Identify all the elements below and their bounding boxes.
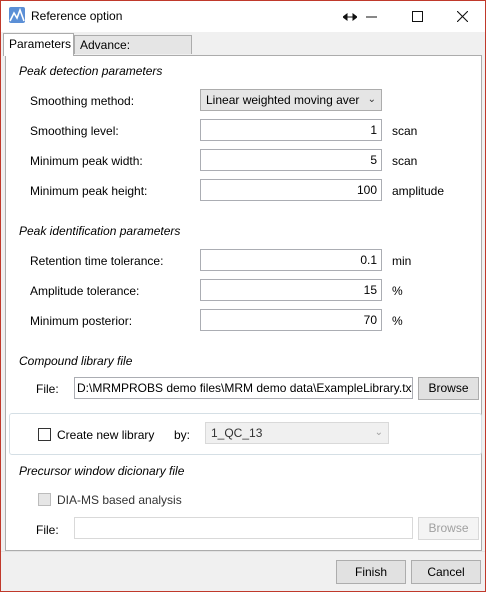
min-peak-height-label: Minimum peak height: [30, 184, 148, 198]
smoothing-level-label: Smoothing level: [30, 124, 119, 138]
cancel-button[interactable]: Cancel [411, 560, 481, 584]
by-label: by: [174, 428, 191, 442]
smoothing-method-dropdown[interactable]: Linear weighted moving aver ⌄ [200, 89, 382, 111]
amp-tolerance-unit: % [392, 284, 403, 298]
peak-identification-header: Peak identification parameters [19, 224, 181, 238]
chevron-down-icon: ⌄ [367, 94, 376, 105]
min-posterior-input[interactable]: 70 [200, 309, 382, 331]
min-peak-width-input[interactable]: 5 [200, 149, 382, 171]
footer-divider [1, 551, 485, 552]
finish-button[interactable]: Finish [336, 560, 406, 584]
app-icon [9, 7, 25, 23]
min-posterior-unit: % [392, 314, 403, 328]
rt-tolerance-input[interactable]: 0.1 [200, 249, 382, 271]
smoothing-method-label: Smoothing method: [30, 94, 135, 108]
dia-ms-checkbox[interactable] [38, 493, 51, 506]
smoothing-level-input[interactable]: 1 [200, 119, 382, 141]
tab-parameters[interactable]: Parameters [3, 33, 74, 56]
amp-tolerance-input[interactable]: 15 [200, 279, 382, 301]
compound-library-header: Compound library file [19, 354, 133, 368]
rt-tolerance-label: Retention time tolerance: [30, 254, 164, 268]
precursor-browse-button[interactable]: Browse [418, 517, 479, 540]
smoothing-level-unit: scan [392, 124, 418, 138]
chevron-down-icon: ⌄ [374, 427, 383, 438]
reference-option-window: Reference option Parameters Advance: MRM… [0, 0, 486, 592]
title-bar: Reference option [1, 1, 485, 32]
create-new-library-label: Create new library [57, 428, 155, 442]
library-file-label: File: [36, 382, 59, 396]
smoothing-method-value: Linear weighted moving aver [206, 93, 360, 107]
maximize-icon[interactable] [394, 1, 440, 32]
precursor-file-input[interactable] [74, 517, 413, 539]
min-posterior-label: Minimum posterior: [30, 314, 133, 328]
precursor-window-header: Precursor window dicionary file [19, 464, 185, 478]
tab-strip: Parameters Advance: MRMDIFF [1, 32, 485, 71]
dia-ms-label: DIA-MS based analysis [57, 493, 182, 507]
min-peak-width-unit: scan [392, 154, 418, 168]
by-dropdown[interactable]: 1_QC_13 ⌄ [205, 422, 389, 444]
library-browse-button[interactable]: Browse [418, 377, 479, 400]
close-icon[interactable] [439, 1, 485, 32]
min-peak-height-unit: amplitude [392, 184, 445, 198]
create-new-library-checkbox[interactable] [38, 428, 51, 441]
precursor-file-label: File: [36, 523, 59, 537]
peak-detection-header: Peak detection parameters [19, 64, 163, 78]
amp-tolerance-label: Amplitude tolerance: [30, 284, 140, 298]
tab-advance-mrmdiff[interactable]: Advance: MRMDIFF [74, 35, 192, 71]
library-file-input[interactable]: D:\MRMPROBS demo files\MRM demo data\Exa… [74, 377, 413, 399]
by-value: 1_QC_13 [211, 426, 263, 440]
min-peak-height-input[interactable]: 100 [200, 179, 382, 201]
minimize-icon[interactable] [348, 1, 394, 32]
rt-tolerance-unit: min [392, 254, 412, 268]
min-peak-width-label: Minimum peak width: [30, 154, 143, 168]
window-title: Reference option [31, 9, 123, 23]
